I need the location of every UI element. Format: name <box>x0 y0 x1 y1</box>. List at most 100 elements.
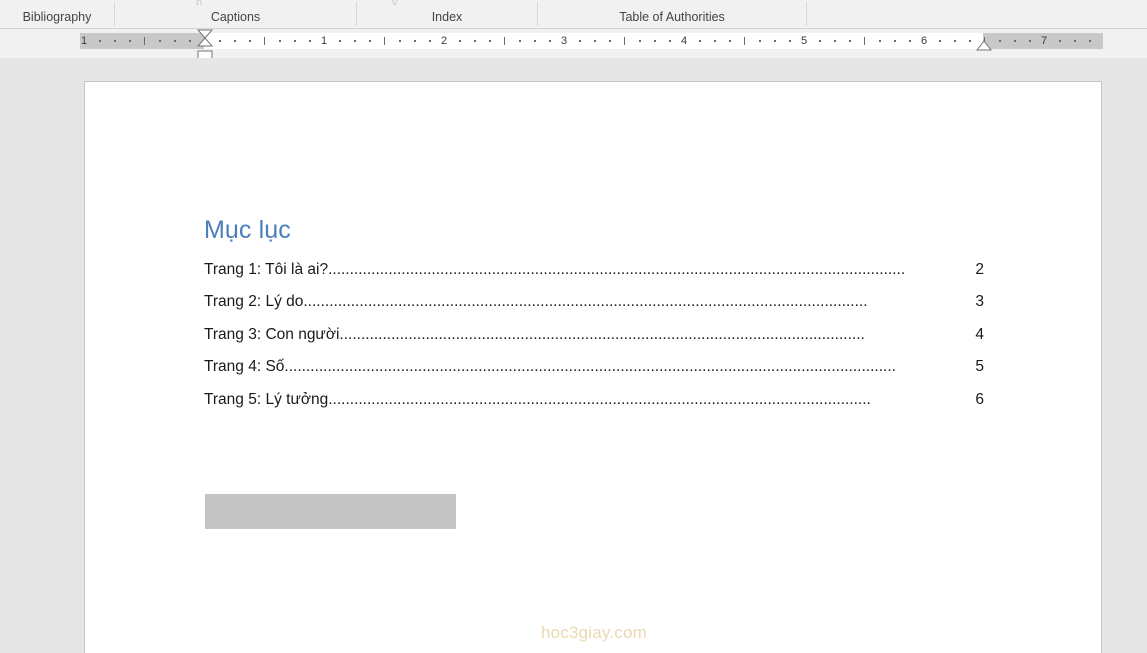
ruler-half-inch-tick <box>744 37 745 45</box>
watermark: hoc3giay.com <box>540 623 648 642</box>
right-indent-marker[interactable] <box>976 40 992 52</box>
ruler-eighth-inch-dot <box>399 40 401 42</box>
ruler-eighth-inch-dot <box>129 40 131 42</box>
ruler-eighth-inch-dot <box>699 40 701 42</box>
ruler-half-inch-tick <box>864 37 865 45</box>
ruler-eighth-inch-dot <box>414 40 416 42</box>
ruler-eighth-inch-dot <box>369 40 371 42</box>
ruler-eighth-inch-dot <box>189 40 191 42</box>
ribbon-group-bibliography[interactable]: Bibliography <box>0 0 114 28</box>
ribbon-group-label-strip: p y Bibliography Captions Index Table of… <box>0 0 1147 29</box>
toc-entry-4[interactable]: Trang 4: Số ............................… <box>204 351 984 384</box>
ruler-eighth-inch-dot <box>954 40 956 42</box>
ruler-eighth-inch-dot <box>219 40 221 42</box>
ruler-eighth-inch-dot <box>789 40 791 42</box>
toc-entry-3-page: 4 <box>975 325 984 343</box>
ruler-eighth-inch-dot <box>879 40 881 42</box>
ruler-number-2-2: 2 <box>440 35 448 47</box>
ribbon-group-separator-3 <box>537 2 538 26</box>
ruler-half-inch-tick <box>384 37 385 45</box>
ruler-eighth-inch-dot <box>474 40 476 42</box>
ribbon-group-separator-2 <box>356 2 357 26</box>
ruler-eighth-inch-dot <box>834 40 836 42</box>
ruler-eighth-inch-dot <box>1074 40 1076 42</box>
document-page[interactable]: Mục lục Trang 1: Tôi là ai? ............… <box>84 81 1102 653</box>
toc-entry-1[interactable]: Trang 1: Tôi là ai? ....................… <box>204 254 984 287</box>
toc-entry-4-label: Trang 4: Số <box>204 358 285 376</box>
ribbon-group-table-of-authorities-label: Table of Authorities <box>619 9 725 24</box>
toc-entry-2-page: 3 <box>975 293 984 311</box>
toc-entry-4-leader: ........................................… <box>284 358 896 376</box>
table-of-contents-block[interactable]: Mục lục Trang 1: Tôi là ai? ............… <box>204 216 984 416</box>
ribbon-group-captions-label: Captions <box>210 9 261 24</box>
ruler-eighth-inch-dot <box>939 40 941 42</box>
ruler-eighth-inch-dot <box>894 40 896 42</box>
ruler-half-inch-tick <box>144 37 145 45</box>
ruler-eighth-inch-dot <box>549 40 551 42</box>
ruler-number-1-0: 1 <box>80 35 88 47</box>
ruler-eighth-inch-dot <box>519 40 521 42</box>
ruler-eighth-inch-dot <box>1089 40 1091 42</box>
ruler-number-6-6: 6 <box>920 35 928 47</box>
ruler-number-5-5: 5 <box>800 35 808 47</box>
horizontal-ruler[interactable]: 1 1 2 3 4 5 6 7 <box>80 29 1103 61</box>
toc-entry-5[interactable]: Trang 5: Lý tưởng ......................… <box>204 384 984 417</box>
ribbon-group-table-of-authorities[interactable]: Table of Authorities <box>538 0 806 28</box>
ruler-eighth-inch-dot <box>639 40 641 42</box>
ruler-eighth-inch-dot <box>534 40 536 42</box>
ruler-half-inch-tick <box>264 37 265 45</box>
ribbon-group-index[interactable]: Index <box>357 0 537 28</box>
toc-entry-2-leader: ........................................… <box>303 293 868 311</box>
selected-text-block[interactable] <box>205 494 456 529</box>
ruler-eighth-inch-dot <box>294 40 296 42</box>
toc-entry-3-leader: ........................................… <box>339 325 865 343</box>
ruler-eighth-inch-dot <box>579 40 581 42</box>
ruler-eighth-inch-dot <box>594 40 596 42</box>
ruler-number-4-4: 4 <box>680 35 688 47</box>
document-canvas[interactable]: Mục lục Trang 1: Tôi là ai? ............… <box>0 58 1147 653</box>
ruler-eighth-inch-dot <box>309 40 311 42</box>
ruler-eighth-inch-dot <box>1014 40 1016 42</box>
page-title: Mục lục <box>204 216 291 244</box>
ruler-eighth-inch-dot <box>279 40 281 42</box>
ruler-eighth-inch-dot <box>114 40 116 42</box>
ruler-eighth-inch-dot <box>759 40 761 42</box>
ruler-eighth-inch-dot <box>234 40 236 42</box>
ribbon-group-captions[interactable]: Captions <box>115 0 356 28</box>
ruler-eighth-inch-dot <box>159 40 161 42</box>
ruler-half-inch-tick <box>624 37 625 45</box>
ruler-eighth-inch-dot <box>429 40 431 42</box>
toc-entry-3[interactable]: Trang 3: Con người .....................… <box>204 319 984 352</box>
ruler-eighth-inch-dot <box>339 40 341 42</box>
ruler-eighth-inch-dot <box>174 40 176 42</box>
ruler-eighth-inch-dot <box>354 40 356 42</box>
toc-entry-2-label: Trang 2: Lý do <box>204 293 304 311</box>
ruler-eighth-inch-dot <box>99 40 101 42</box>
ruler-eighth-inch-dot <box>1029 40 1031 42</box>
toc-entry-1-page: 2 <box>975 260 984 278</box>
ruler-eighth-inch-dot <box>819 40 821 42</box>
ruler-eighth-inch-dot <box>999 40 1001 42</box>
ruler-eighth-inch-dot <box>249 40 251 42</box>
ruler-eighth-inch-dot <box>909 40 911 42</box>
ruler-eighth-inch-dot <box>774 40 776 42</box>
toc-entry-4-page: 5 <box>975 358 984 376</box>
ruler-number-3-3: 3 <box>560 35 568 47</box>
ruler-half-inch-tick <box>504 37 505 45</box>
ribbon-group-bibliography-label: Bibliography <box>22 9 92 24</box>
horizontal-ruler-bar: 1 1 2 3 4 5 6 7 <box>0 29 1147 61</box>
ruler-number-1-1: 1 <box>320 35 328 47</box>
toc-entry-2[interactable]: Trang 2: Lý do .........................… <box>204 286 984 319</box>
ruler-eighth-inch-dot <box>669 40 671 42</box>
ruler-eighth-inch-dot <box>609 40 611 42</box>
toc-entry-1-label: Trang 1: Tôi là ai? <box>204 260 329 278</box>
toc-entry-3-label: Trang 3: Con người <box>204 325 340 343</box>
toc-entry-5-page: 6 <box>975 390 984 408</box>
ruler-eighth-inch-dot <box>489 40 491 42</box>
ruler-eighth-inch-dot <box>459 40 461 42</box>
toc-entry-1-leader: ........................................… <box>328 260 906 278</box>
ruler-eighth-inch-dot <box>849 40 851 42</box>
ruler-eighth-inch-dot <box>729 40 731 42</box>
ruler-eighth-inch-dot <box>1059 40 1061 42</box>
ruler-eighth-inch-dot <box>714 40 716 42</box>
